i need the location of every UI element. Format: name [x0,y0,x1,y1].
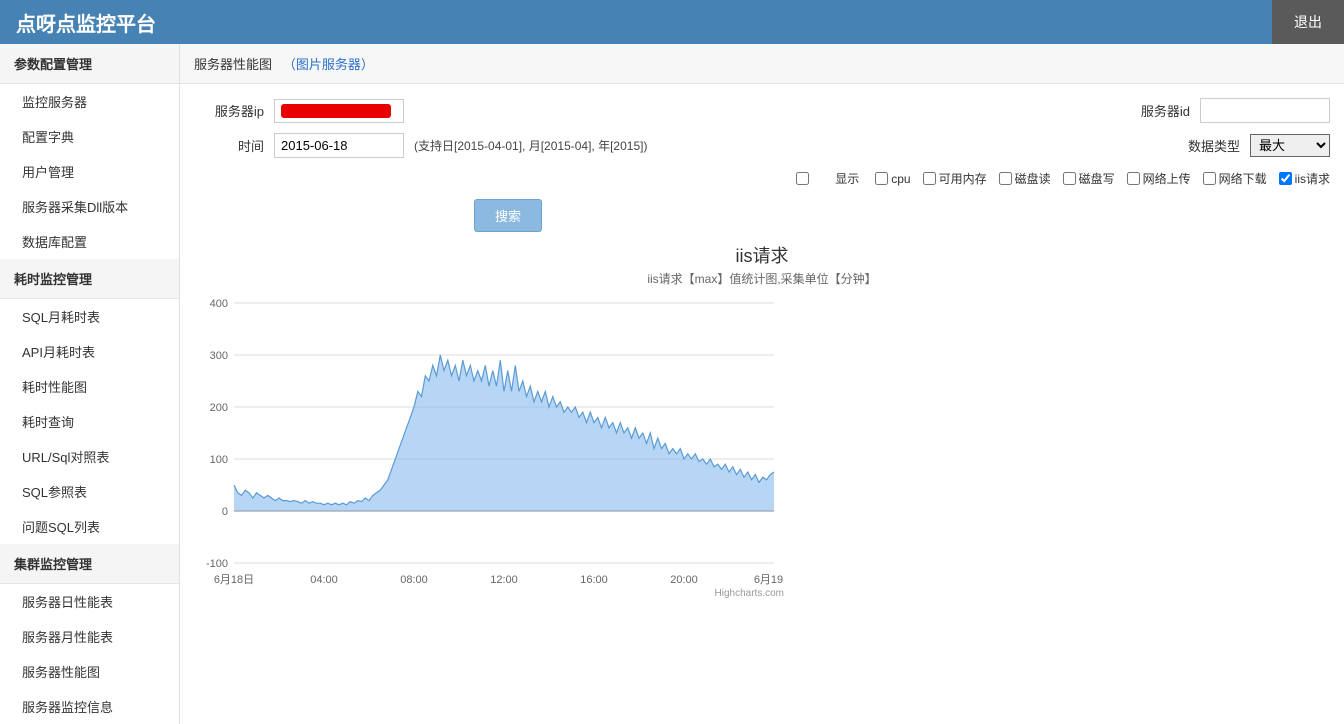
cb-iis[interactable]: iis请求 [1279,170,1330,187]
sidebar-item[interactable]: 服务器监控信息 [0,689,179,724]
search-button[interactable]: 搜索 [474,199,542,232]
iis-checkbox[interactable] [1279,172,1292,185]
netup-checkbox[interactable] [1127,172,1140,185]
cb-netdown[interactable]: 网络下载 [1203,170,1267,187]
sidebar-item[interactable]: 服务器性能图 [0,654,179,689]
sidebar-item[interactable]: 数据库配置 [0,224,179,259]
main-content: 服务器性能图 （图片服务器） 服务器ip 服务器id 时间 (支持日[2015-… [180,44,1344,724]
cb-dread[interactable]: 磁盘读 [999,170,1051,187]
chart-title: iis请求 [194,242,1330,268]
svg-text:16:00: 16:00 [580,574,608,586]
chart-subtitle: iis请求【max】值统计图,采集单位【分钟】 [194,270,1330,287]
app-logo: 点呀点监控平台 [16,8,156,37]
display-label: 显示 [835,170,859,187]
id-input[interactable] [1200,98,1330,123]
dtype-select[interactable]: 最大 [1250,134,1330,157]
sidebar-item[interactable]: 耗时性能图 [0,369,179,404]
sidebar-item[interactable]: 用户管理 [0,154,179,189]
mem-checkbox[interactable] [923,172,936,185]
sidebar-group-cluster: 集群监控管理 [0,544,179,584]
dwrite-checkbox[interactable] [1063,172,1076,185]
toggle-all-checkbox[interactable] [796,172,809,185]
sidebar-item[interactable]: 服务器日性能表 [0,584,179,619]
redacted-ip [281,104,391,118]
cb-dwrite[interactable]: 磁盘写 [1063,170,1115,187]
sidebar-item[interactable]: SQL月耗时表 [0,299,179,334]
breadcrumb-link[interactable]: （图片服务器） [283,57,374,72]
sidebar-group-time: 耗时监控管理 [0,259,179,299]
chart-svg: -100 0 100 200 300 400 6月18日 04:00 08:00 12:00 16:… [194,293,784,593]
svg-text:100: 100 [210,454,228,466]
sidebar-item[interactable]: 服务器月性能表 [0,619,179,654]
sidebar: 参数配置管理 监控服务器配置字典用户管理服务器采集Dll版本数据库配置 耗时监控… [0,44,180,724]
svg-text:300: 300 [210,350,228,362]
svg-text:6月19日: 6月19日 [754,574,784,586]
dread-checkbox[interactable] [999,172,1012,185]
sidebar-item[interactable]: 监控服务器 [0,84,179,119]
sidebar-item[interactable]: URL/Sql对照表 [0,439,179,474]
time-hint: (支持日[2015-04-01], 月[2015-04], 年[2015]) [414,137,647,154]
svg-text:12:00: 12:00 [490,574,518,586]
svg-text:04:00: 04:00 [310,574,338,586]
ip-input[interactable] [274,99,404,123]
svg-text:400: 400 [210,298,228,310]
svg-text:-100: -100 [206,558,228,570]
breadcrumb: 服务器性能图 （图片服务器） [180,44,1344,84]
time-input[interactable] [274,133,404,158]
sidebar-item[interactable]: 耗时查询 [0,404,179,439]
display-checkbox-row: 显示 cpu 可用内存 磁盘读 磁盘写 网络上传 网络下载 iis请求 [194,168,1330,199]
sidebar-item[interactable]: 问题SQL列表 [0,509,179,544]
netdown-checkbox[interactable] [1203,172,1216,185]
chart-credits: Highcharts.com [715,588,784,599]
cb-netup[interactable]: 网络上传 [1127,170,1191,187]
svg-text:6月18日: 6月18日 [214,574,254,586]
ip-label: 服务器ip [194,101,274,120]
chart-container: iis请求 iis请求【max】值统计图,采集单位【分钟】 -100 0 100 20… [180,232,1344,593]
cb-cpu[interactable]: cpu [875,172,910,186]
svg-text:0: 0 [222,506,228,518]
sidebar-item[interactable]: 配置字典 [0,119,179,154]
sidebar-item[interactable]: 服务器采集Dll版本 [0,189,179,224]
sidebar-group-params: 参数配置管理 [0,44,179,84]
cb-mem[interactable]: 可用内存 [923,170,987,187]
logout-button[interactable]: 退出 [1272,0,1344,44]
sidebar-item[interactable]: SQL参照表 [0,474,179,509]
dtype-label: 数据类型 [1170,136,1250,155]
svg-text:200: 200 [210,402,228,414]
id-label: 服务器id [1120,101,1200,120]
time-label: 时间 [194,136,274,155]
sidebar-item[interactable]: API月耗时表 [0,334,179,369]
topbar: 点呀点监控平台 退出 [0,0,1344,44]
page-title: 服务器性能图 [194,57,272,72]
svg-text:20:00: 20:00 [670,574,698,586]
cpu-checkbox[interactable] [875,172,888,185]
svg-text:08:00: 08:00 [400,574,428,586]
